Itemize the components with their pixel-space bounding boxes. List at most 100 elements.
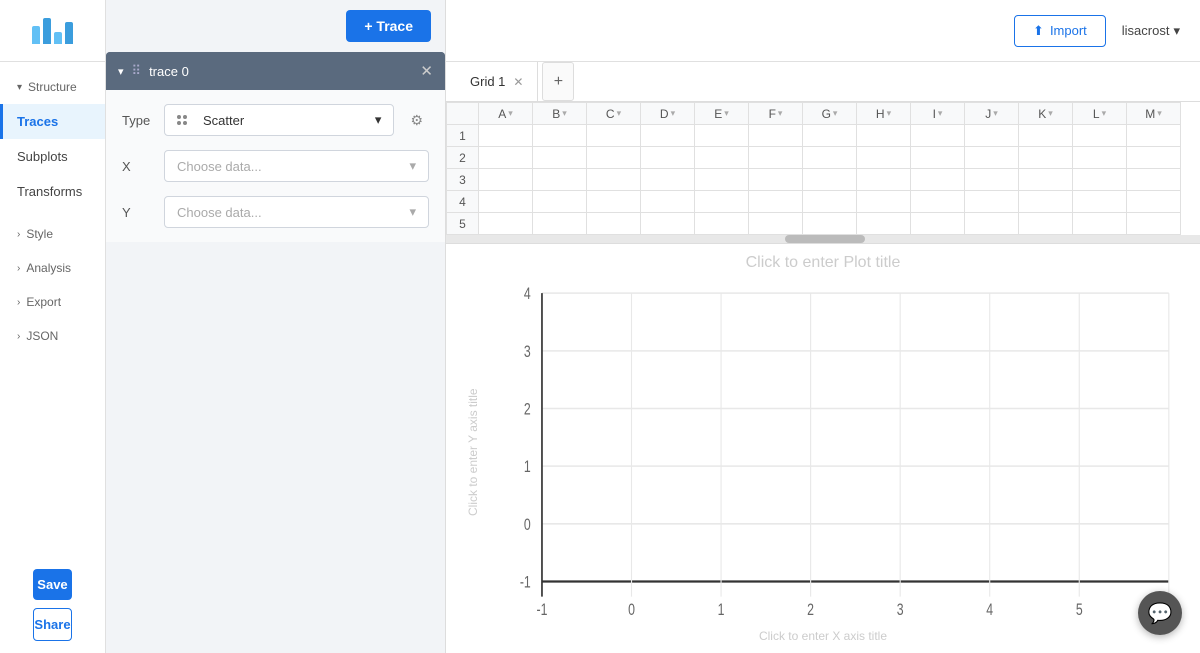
cell-5-H[interactable] <box>857 213 911 235</box>
col-header-K[interactable]: K▾ <box>1019 103 1073 125</box>
cell-3-A[interactable] <box>479 169 533 191</box>
cell-4-H[interactable] <box>857 191 911 213</box>
cell-4-D[interactable] <box>641 191 695 213</box>
cell-5-D[interactable] <box>641 213 695 235</box>
chat-bubble[interactable]: 💬 <box>1138 591 1182 635</box>
sidebar-item-json[interactable]: › JSON <box>0 319 105 353</box>
cell-5-B[interactable] <box>533 213 587 235</box>
col-header-E[interactable]: E▾ <box>695 103 749 125</box>
cell-3-F[interactable] <box>749 169 803 191</box>
cell-2-C[interactable] <box>587 147 641 169</box>
cell-3-G[interactable] <box>803 169 857 191</box>
sidebar-item-structure[interactable]: ▾ Structure <box>0 70 105 104</box>
col-header-A[interactable]: A▾ <box>479 103 533 125</box>
cell-2-E[interactable] <box>695 147 749 169</box>
col-header-H[interactable]: H▾ <box>857 103 911 125</box>
cell-5-I[interactable] <box>911 213 965 235</box>
cell-3-L[interactable] <box>1073 169 1127 191</box>
user-menu[interactable]: lisacrost ▾ <box>1122 23 1180 39</box>
col-header-D[interactable]: D▾ <box>641 103 695 125</box>
col-header-J[interactable]: J▾ <box>965 103 1019 125</box>
cell-2-G[interactable] <box>803 147 857 169</box>
type-select[interactable]: Scatter ▾ <box>164 104 394 136</box>
cell-4-A[interactable] <box>479 191 533 213</box>
cell-1-B[interactable] <box>533 125 587 147</box>
close-tab-icon[interactable]: ✕ <box>513 75 523 89</box>
cell-2-K[interactable] <box>1019 147 1073 169</box>
trace-card-header[interactable]: ▾ ⠿ trace 0 ✕ <box>106 52 445 90</box>
cell-3-D[interactable] <box>641 169 695 191</box>
cell-1-M[interactable] <box>1127 125 1181 147</box>
cell-5-G[interactable] <box>803 213 857 235</box>
cell-3-K[interactable] <box>1019 169 1073 191</box>
add-grid-tab-button[interactable]: + <box>542 62 574 101</box>
sidebar-item-traces[interactable]: Traces <box>0 104 105 139</box>
cell-1-H[interactable] <box>857 125 911 147</box>
plot-title[interactable]: Click to enter Plot title <box>466 254 1180 272</box>
col-header-I[interactable]: I▾ <box>911 103 965 125</box>
cell-1-C[interactable] <box>587 125 641 147</box>
cell-4-G[interactable] <box>803 191 857 213</box>
cell-2-B[interactable] <box>533 147 587 169</box>
save-button[interactable]: Save <box>33 569 71 600</box>
cell-3-C[interactable] <box>587 169 641 191</box>
cell-3-B[interactable] <box>533 169 587 191</box>
cell-4-B[interactable] <box>533 191 587 213</box>
y-input[interactable]: Choose data... ▾ <box>164 196 429 228</box>
cell-2-A[interactable] <box>479 147 533 169</box>
cell-1-L[interactable] <box>1073 125 1127 147</box>
y-axis-title[interactable]: Click to enter Y axis title <box>466 278 486 627</box>
cell-1-K[interactable] <box>1019 125 1073 147</box>
sidebar-item-export[interactable]: › Export <box>0 285 105 319</box>
cell-2-H[interactable] <box>857 147 911 169</box>
close-icon[interactable]: ✕ <box>420 62 433 80</box>
spreadsheet[interactable]: A▾B▾C▾D▾E▾F▾G▾H▾I▾J▾K▾L▾M▾ 12345 <box>446 102 1200 235</box>
col-header-B[interactable]: B▾ <box>533 103 587 125</box>
cell-1-G[interactable] <box>803 125 857 147</box>
cell-2-F[interactable] <box>749 147 803 169</box>
sheet-scrollbar-thumb[interactable] <box>785 235 865 243</box>
cell-3-E[interactable] <box>695 169 749 191</box>
cell-1-E[interactable] <box>695 125 749 147</box>
add-trace-button[interactable]: + Trace <box>346 10 431 42</box>
import-button[interactable]: ⬆ Import <box>1014 15 1106 47</box>
x-input[interactable]: Choose data... ▾ <box>164 150 429 182</box>
cell-4-I[interactable] <box>911 191 965 213</box>
cell-4-K[interactable] <box>1019 191 1073 213</box>
cell-5-C[interactable] <box>587 213 641 235</box>
cell-1-D[interactable] <box>641 125 695 147</box>
cell-5-E[interactable] <box>695 213 749 235</box>
sidebar-item-transforms[interactable]: Transforms <box>0 174 105 209</box>
cell-3-M[interactable] <box>1127 169 1181 191</box>
cell-1-J[interactable] <box>965 125 1019 147</box>
cell-1-I[interactable] <box>911 125 965 147</box>
cell-1-F[interactable] <box>749 125 803 147</box>
cell-5-J[interactable] <box>965 213 1019 235</box>
cell-2-D[interactable] <box>641 147 695 169</box>
cell-3-H[interactable] <box>857 169 911 191</box>
col-header-C[interactable]: C▾ <box>587 103 641 125</box>
cell-3-J[interactable] <box>965 169 1019 191</box>
cell-5-F[interactable] <box>749 213 803 235</box>
cell-4-L[interactable] <box>1073 191 1127 213</box>
cell-2-M[interactable] <box>1127 147 1181 169</box>
x-axis-title[interactable]: Click to enter X axis title <box>466 629 1180 643</box>
cell-4-C[interactable] <box>587 191 641 213</box>
settings-icon[interactable]: ⚙ <box>404 106 429 135</box>
sidebar-item-style[interactable]: › Style <box>0 217 105 251</box>
share-button[interactable]: Share <box>33 608 71 641</box>
col-header-G[interactable]: G▾ <box>803 103 857 125</box>
cell-4-F[interactable] <box>749 191 803 213</box>
cell-4-M[interactable] <box>1127 191 1181 213</box>
cell-2-L[interactable] <box>1073 147 1127 169</box>
cell-3-I[interactable] <box>911 169 965 191</box>
cell-5-K[interactable] <box>1019 213 1073 235</box>
grid-tab-1[interactable]: Grid 1 ✕ <box>456 62 538 101</box>
cell-2-I[interactable] <box>911 147 965 169</box>
cell-4-J[interactable] <box>965 191 1019 213</box>
cell-4-E[interactable] <box>695 191 749 213</box>
col-header-L[interactable]: L▾ <box>1073 103 1127 125</box>
cell-5-A[interactable] <box>479 213 533 235</box>
cell-2-J[interactable] <box>965 147 1019 169</box>
sidebar-item-analysis[interactable]: › Analysis <box>0 251 105 285</box>
